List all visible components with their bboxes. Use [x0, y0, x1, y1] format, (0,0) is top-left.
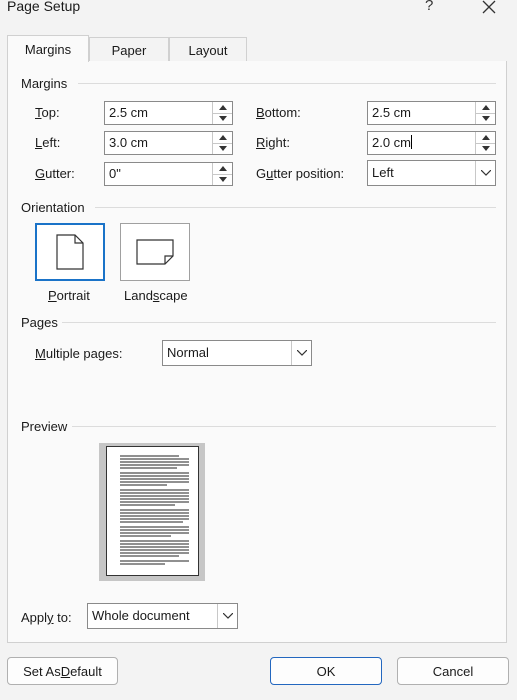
tab-margins[interactable]: Margins	[7, 35, 89, 62]
right-margin-field[interactable]: 2.0 cm	[367, 131, 496, 155]
tab-paper[interactable]: Paper	[89, 37, 169, 62]
margins-divider	[78, 83, 496, 84]
landscape-label: Landscape	[124, 288, 188, 303]
apply-to-select[interactable]: Whole document	[87, 603, 238, 629]
multiple-pages-label: Multiple pages:	[35, 346, 123, 361]
top-margin-label: Top:	[35, 105, 60, 120]
multiple-pages-select[interactable]: Normal	[162, 340, 312, 366]
gutter-label: Gutter:	[35, 166, 75, 181]
chevron-down-icon[interactable]	[291, 341, 311, 365]
spin-up-icon[interactable]	[476, 132, 495, 143]
pages-divider	[62, 322, 496, 323]
bottom-margin-label: Bottom:	[256, 105, 301, 120]
left-margin-field[interactable]: 3.0 cm	[104, 131, 233, 155]
gutter-position-select[interactable]: Left	[367, 160, 496, 186]
landscape-page-icon	[136, 239, 174, 265]
spin-down-icon[interactable]	[213, 142, 232, 155]
gutter-value[interactable]: 0"	[105, 163, 212, 185]
top-margin-field[interactable]: 2.5 cm	[104, 101, 233, 125]
gutter-position-value: Left	[372, 165, 394, 180]
pages-section-label: Pages	[21, 315, 58, 330]
left-margin-value[interactable]: 3.0 cm	[105, 132, 212, 154]
right-margin-value[interactable]: 2.0 cm	[368, 132, 475, 154]
preview-section-label: Preview	[21, 419, 68, 434]
spin-down-icon[interactable]	[476, 142, 495, 155]
right-margin-label: Right:	[256, 135, 290, 150]
spin-up-icon[interactable]	[476, 102, 495, 113]
spin-up-icon[interactable]	[213, 132, 232, 143]
portrait-button[interactable]	[35, 223, 105, 281]
ok-button[interactable]: OK	[270, 657, 382, 685]
apply-to-value: Whole document	[92, 608, 190, 623]
chevron-down-icon[interactable]	[217, 604, 237, 628]
dialog-title: Page Setup	[7, 0, 81, 14]
preview-page	[106, 446, 199, 576]
tab-layout[interactable]: Layout	[169, 37, 247, 62]
orientation-section-label: Orientation	[21, 200, 85, 215]
top-margin-value[interactable]: 2.5 cm	[105, 102, 212, 124]
text-cursor	[411, 135, 413, 149]
landscape-button[interactable]	[120, 223, 190, 281]
close-icon[interactable]	[480, 0, 498, 16]
preview-divider	[72, 426, 496, 427]
left-margin-label: Left:	[35, 135, 61, 150]
bottom-margin-field[interactable]: 2.5 cm	[367, 101, 496, 125]
portrait-label: Portrait	[48, 288, 90, 303]
chevron-down-icon[interactable]	[475, 161, 495, 185]
spin-down-icon[interactable]	[213, 112, 232, 125]
spin-down-icon[interactable]	[213, 173, 232, 186]
apply-to-label: Apply to:	[21, 610, 72, 625]
spin-up-icon[interactable]	[213, 102, 232, 113]
portrait-page-icon	[56, 234, 84, 270]
cancel-button[interactable]: Cancel	[397, 657, 509, 685]
orientation-divider	[95, 207, 496, 208]
spin-up-icon[interactable]	[213, 163, 232, 174]
gutter-field[interactable]: 0"	[104, 162, 233, 186]
set-as-default-button[interactable]: Set As Default	[7, 657, 118, 685]
bottom-margin-value[interactable]: 2.5 cm	[368, 102, 475, 124]
margins-section-label: Margins	[21, 76, 68, 91]
multiple-pages-value: Normal	[167, 345, 209, 360]
help-icon[interactable]: ?	[425, 0, 433, 14]
preview-text-lines	[120, 455, 189, 565]
spin-down-icon[interactable]	[476, 112, 495, 125]
gutter-position-label: Gutter position:	[256, 166, 345, 181]
